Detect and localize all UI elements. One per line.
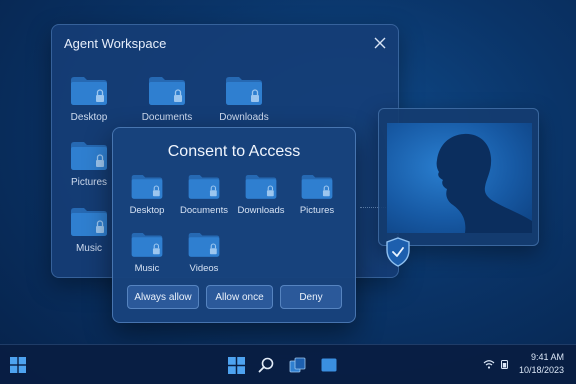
taskbar-start-button[interactable] xyxy=(225,354,247,376)
desktop: Agent Workspace Desktop Documents Downlo… xyxy=(0,0,576,344)
windows-logo-icon xyxy=(227,356,245,374)
consent-folder-music[interactable]: Music xyxy=(118,230,176,274)
folder-lock-icon xyxy=(188,174,220,199)
consent-dialog: Consent to Access Desktop Documents Down… xyxy=(112,127,356,323)
battery-status[interactable] xyxy=(498,357,510,371)
user-presence-panel xyxy=(378,108,539,246)
search-button[interactable] xyxy=(255,354,277,376)
folder-lock-icon xyxy=(71,77,107,105)
taskbar: 9:41 AM 10/18/2023 xyxy=(0,344,576,384)
folder-lock-icon xyxy=(245,174,277,199)
consent-folder-downloads[interactable]: Downloads xyxy=(232,172,290,216)
folder-lock-icon xyxy=(226,77,262,105)
folder-label: Music xyxy=(134,263,160,274)
folder-label: Music xyxy=(75,243,103,254)
clock-time: 9:41 AM xyxy=(530,352,564,362)
folder-downloads[interactable]: Downloads xyxy=(204,74,284,123)
consent-folder-desktop[interactable]: Desktop xyxy=(118,172,176,216)
windows-logo-icon xyxy=(10,357,26,373)
folder-desktop[interactable]: Desktop xyxy=(49,74,129,123)
wifi-icon xyxy=(483,360,495,369)
folder-lock-icon xyxy=(149,77,185,105)
folder-lock-icon xyxy=(131,232,163,257)
deny-button[interactable]: Deny xyxy=(280,285,342,309)
folder-lock-icon xyxy=(131,174,163,199)
user-silhouette-icon xyxy=(436,133,532,233)
close-icon xyxy=(374,37,386,49)
security-shield xyxy=(385,237,411,267)
search-icon xyxy=(258,357,274,373)
folder-lock-icon xyxy=(301,174,333,199)
window-title: Agent Workspace xyxy=(64,36,167,51)
clock-date: 10/18/2023 xyxy=(518,365,564,375)
close-button[interactable] xyxy=(370,33,390,53)
folder-lock-icon xyxy=(188,232,220,257)
consent-folder-documents[interactable]: Documents xyxy=(175,172,233,216)
shield-check-icon xyxy=(386,237,410,267)
folder-label: Documents xyxy=(179,205,229,216)
agent-workspace-taskbar-app[interactable] xyxy=(318,354,340,376)
folder-label: Pictures xyxy=(299,205,335,216)
folder-label: Pictures xyxy=(70,177,108,188)
start-button[interactable] xyxy=(8,355,28,375)
folder-label: Downloads xyxy=(237,205,285,216)
camera-view xyxy=(387,123,532,233)
battery-icon xyxy=(500,359,508,369)
folder-label: Desktop xyxy=(129,205,165,216)
folder-label: Videos xyxy=(189,263,219,274)
task-view-button[interactable] xyxy=(286,354,308,376)
consent-folder-pictures[interactable]: Pictures xyxy=(288,172,346,216)
folder-documents[interactable]: Documents xyxy=(127,74,207,123)
folder-label: Desktop xyxy=(70,112,108,123)
folder-label: Downloads xyxy=(219,112,269,123)
folder-lock-icon xyxy=(71,142,107,170)
window-app-icon xyxy=(321,358,337,372)
clock[interactable]: 9:41 AM 10/18/2023 xyxy=(519,351,564,377)
allow-once-button[interactable]: Allow once xyxy=(206,285,273,309)
always-allow-button[interactable]: Always allow xyxy=(127,285,199,309)
folder-label: Documents xyxy=(141,112,193,123)
folder-lock-icon xyxy=(71,208,107,236)
task-view-icon xyxy=(289,357,305,372)
consent-folder-videos[interactable]: Videos xyxy=(175,230,233,274)
wifi-status[interactable] xyxy=(482,357,496,371)
dialog-title: Consent to Access xyxy=(167,143,301,160)
